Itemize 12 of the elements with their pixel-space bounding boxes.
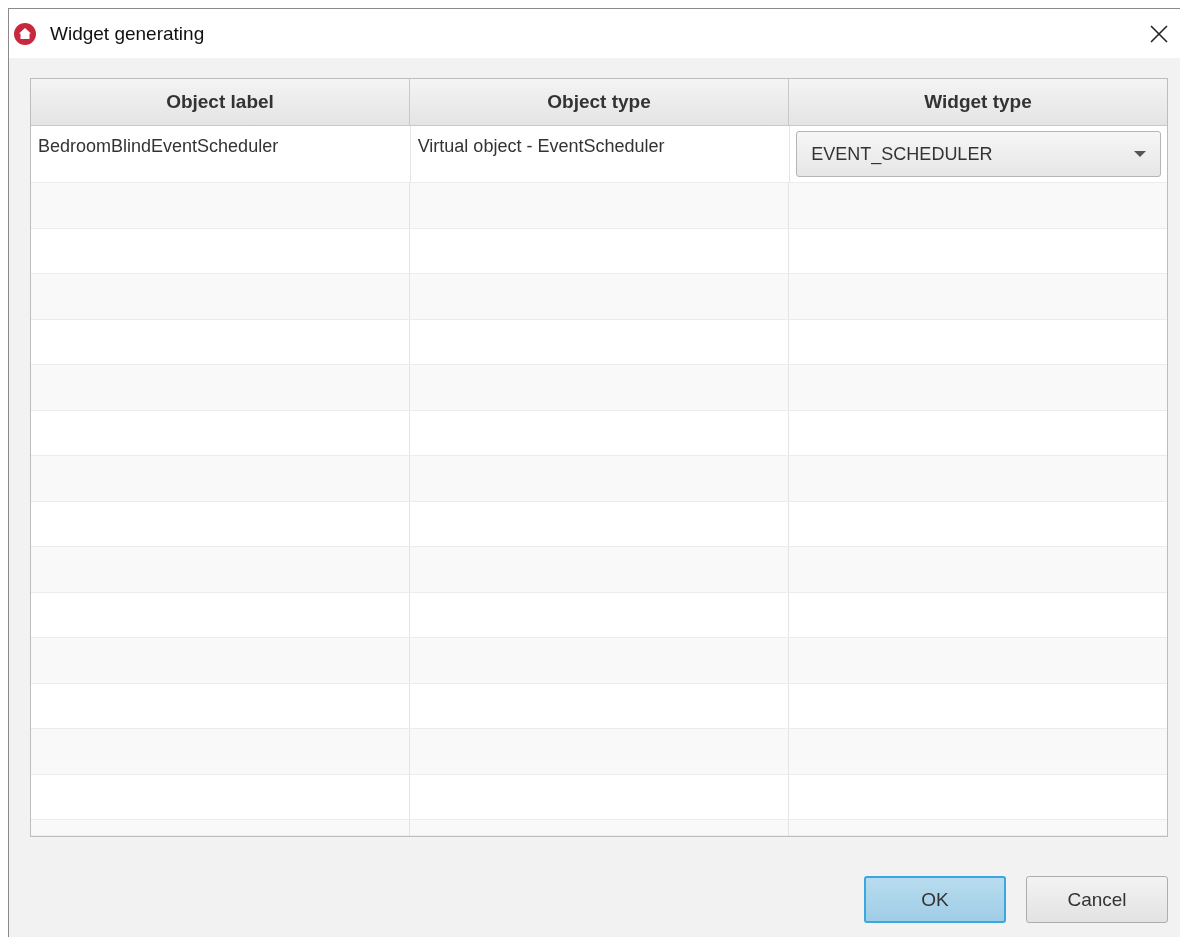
dialog-button[interactable]: Cancel <box>1026 876 1168 923</box>
window-title: Widget generating <box>50 22 206 45</box>
home-icon <box>14 22 36 45</box>
widget-type-dropdown[interactable]: EVENT_SCHEDULER <box>796 131 1161 177</box>
caret-icon <box>1134 151 1146 157</box>
column-header[interactable]: Object type <box>410 79 789 125</box>
close-icon[interactable] <box>1150 24 1168 43</box>
column-header[interactable]: Object label <box>31 79 410 125</box>
table-cell: BedroomBlindEventScheduler <box>38 136 279 156</box>
dialog-button[interactable]: OK <box>864 876 1006 923</box>
column-header[interactable]: Widget type <box>789 79 1167 125</box>
table-cell: Virtual object - EventScheduler <box>417 136 665 156</box>
